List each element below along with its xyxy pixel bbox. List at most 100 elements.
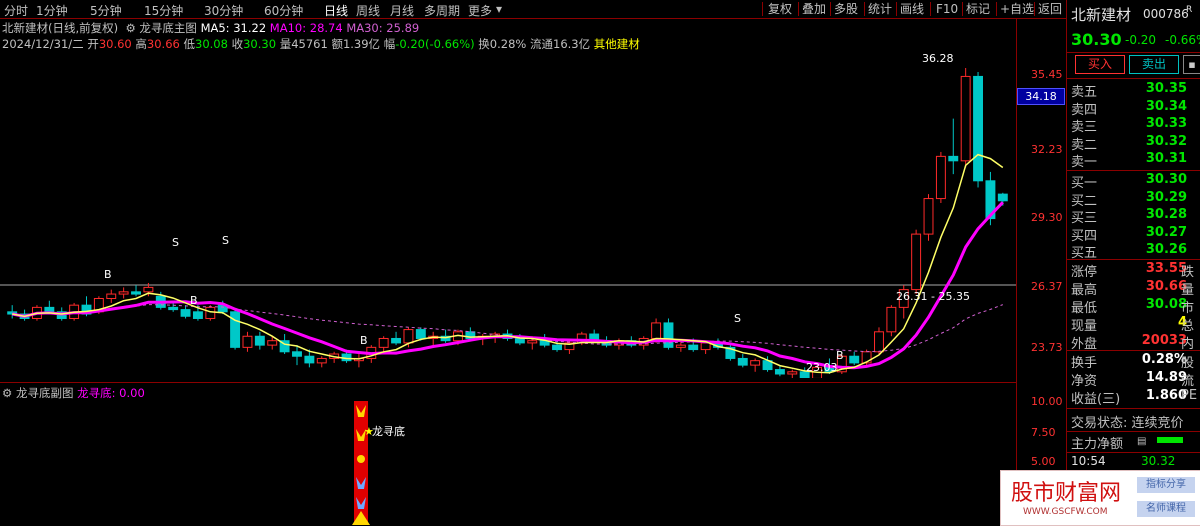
fuquan-button[interactable]: 复权	[768, 0, 792, 18]
buy-button[interactable]: 买入	[1075, 55, 1125, 74]
chevron-down-icon[interactable]: ▾	[496, 2, 502, 16]
period-tab-weekly[interactable]: 周线	[356, 2, 380, 19]
stat-row[interactable]: 涨停 33.55 跌	[1067, 261, 1200, 280]
candlestick-chart[interactable]: 36.28 23.03 26.31 - 25.35 B B B B S S S	[0, 48, 1016, 378]
period-tab-daily[interactable]: 日线	[324, 2, 348, 19]
candle-body[interactable]	[44, 306, 55, 313]
period-tab-5min[interactable]: 5分钟	[90, 2, 122, 19]
ask-row[interactable]: 卖五 30.35	[1067, 81, 1200, 100]
axis-tick: 26.37	[1031, 280, 1063, 293]
candle-body[interactable]	[774, 369, 785, 375]
candle-body[interactable]	[973, 75, 984, 182]
period-tab-fenshi[interactable]: 分时	[4, 2, 28, 19]
candle-body[interactable]	[787, 371, 798, 375]
stat-row[interactable]: 最高 30.66 量	[1067, 279, 1200, 298]
period-tab-multi[interactable]: 多周期	[424, 2, 460, 19]
bid-row[interactable]: 买二 30.29	[1067, 190, 1200, 209]
statistics-button[interactable]: 统计	[868, 0, 892, 18]
back-button[interactable]: 返回	[1038, 0, 1062, 18]
candle-body[interactable]	[267, 340, 278, 346]
period-tab-30min[interactable]: 30分钟	[204, 2, 243, 19]
period-tab-60min[interactable]: 60分钟	[264, 2, 303, 19]
candle-body[interactable]	[304, 355, 315, 364]
candle-body[interactable]	[886, 306, 897, 333]
add-favorite-button[interactable]: +自选	[1000, 0, 1034, 18]
candle-body[interactable]	[514, 337, 525, 344]
period-tab-monthly[interactable]: 月线	[390, 2, 414, 19]
toolbar-divider	[864, 2, 865, 16]
stat-row[interactable]: 外盘 20033 内	[1067, 333, 1200, 352]
candle-body[interactable]	[960, 75, 971, 162]
candle-body[interactable]	[527, 340, 538, 344]
candle-body[interactable]	[292, 351, 302, 357]
candle-body[interactable]	[923, 198, 934, 235]
candle-body[interactable]	[118, 291, 129, 295]
candle-body[interactable]	[737, 357, 748, 366]
stat2-row[interactable]: 净资 14.89 流	[1067, 370, 1200, 389]
sub-indicator-panel[interactable]: ⚙ 龙寻底副图 龙寻底: 0.00 ★ 龙寻底	[0, 382, 1016, 525]
candle-body[interactable]	[242, 335, 253, 348]
ask-row[interactable]: 卖三 30.33	[1067, 116, 1200, 135]
candle-body[interactable]	[205, 306, 216, 319]
candle-body[interactable]	[180, 309, 191, 317]
candle-body[interactable]	[849, 355, 860, 364]
stat-row-label: 涨停	[1071, 265, 1098, 280]
candle-body[interactable]	[378, 337, 389, 348]
multi-stock-button[interactable]: 多股	[834, 0, 858, 18]
candle-body[interactable]	[948, 155, 959, 162]
toolbar-divider	[962, 2, 963, 16]
candle-body[interactable]	[192, 311, 203, 319]
bid-row[interactable]: 买五 30.26	[1067, 242, 1200, 261]
candle-body[interactable]	[143, 286, 154, 293]
overlay-button[interactable]: 叠加	[802, 0, 826, 18]
period-tab-15min[interactable]: 15分钟	[144, 2, 183, 19]
candle-body[interactable]	[230, 311, 241, 348]
period-tab-1min[interactable]: 1分钟	[36, 2, 68, 19]
candle-body[interactable]	[688, 344, 699, 351]
stat2-row[interactable]: 换手 0.28% 股	[1067, 352, 1200, 371]
candle-body[interactable]	[131, 291, 141, 295]
list-icon[interactable]: ▤	[1137, 436, 1146, 447]
header-indicator-name[interactable]: 龙寻底主图	[139, 21, 197, 35]
draw-line-button[interactable]: 画线	[900, 0, 924, 18]
candle-body[interactable]	[415, 329, 426, 339]
stat-row[interactable]: 现量 4 总	[1067, 315, 1200, 334]
candle-body[interactable]	[874, 331, 884, 353]
candle-body[interactable]	[106, 293, 117, 299]
stat2-row-label: 收益(三)	[1071, 392, 1121, 407]
candle-body[interactable]	[750, 360, 761, 366]
f10-button[interactable]: F10	[936, 0, 958, 18]
bid-row[interactable]: 买四 30.27	[1067, 225, 1200, 244]
candle-body[interactable]	[168, 306, 179, 311]
settings-icon[interactable]: ⚙	[122, 21, 135, 35]
stat2-row[interactable]: 收益(三) 1.860 PE	[1067, 388, 1200, 407]
candle-body[interactable]	[552, 344, 562, 351]
candle-body[interactable]	[403, 329, 414, 344]
sell-marker: S	[734, 312, 741, 325]
candle-body[interactable]	[935, 155, 946, 200]
sell-button[interactable]: 卖出	[1129, 55, 1179, 74]
bid-row-value: 30.30	[1145, 172, 1187, 187]
candle-body[interactable]	[911, 233, 922, 291]
candle-body[interactable]	[700, 342, 711, 351]
ask-row[interactable]: 卖二 30.32	[1067, 134, 1200, 153]
candle-body[interactable]	[651, 322, 662, 339]
candle-body[interactable]	[391, 337, 402, 344]
mark-button[interactable]: 标记	[966, 0, 990, 18]
ask-row-value: 30.34	[1145, 98, 1187, 114]
stat-row[interactable]: 最低 30.08 市	[1067, 297, 1200, 316]
ask-row[interactable]: 卖一 30.31	[1067, 151, 1200, 170]
candle-body[interactable]	[316, 357, 327, 364]
more-icon[interactable]: ▪	[1183, 55, 1200, 74]
bid-row[interactable]: 买一 30.30	[1067, 172, 1200, 191]
candle-body[interactable]	[254, 335, 265, 346]
bid-row-value: 30.28	[1145, 207, 1187, 222]
period-tab-more[interactable]: 更多	[468, 2, 492, 19]
ask-row[interactable]: 卖四 30.34	[1067, 98, 1200, 118]
candle-body[interactable]	[663, 322, 674, 348]
candle-body[interactable]	[997, 193, 1008, 202]
axis-tick: 35.45	[1031, 68, 1063, 81]
bid-row[interactable]: 买三 30.28	[1067, 207, 1200, 226]
high-price-label: 36.28	[922, 52, 954, 65]
candle-body[interactable]	[675, 344, 686, 348]
